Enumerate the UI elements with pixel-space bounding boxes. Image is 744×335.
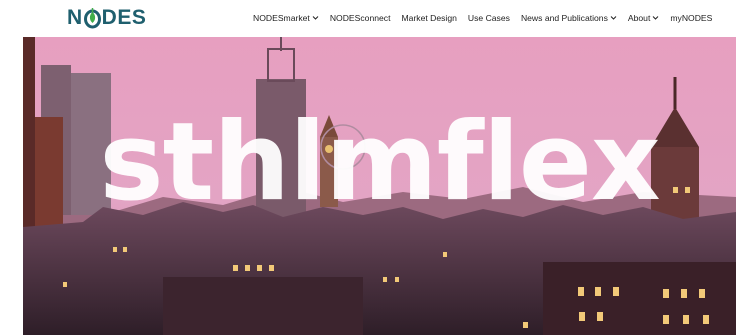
nav-item-market-design[interactable]: Market Design: [402, 13, 457, 23]
hero-banner: sthlmflex: [23, 37, 736, 335]
main-nav: NODESmarket NODESconnect Market Design U…: [253, 11, 712, 25]
logo-letter-n: N: [67, 6, 83, 29]
nav-item-mynodes[interactable]: myNODES: [670, 13, 712, 23]
chevron-down-icon: [610, 16, 617, 20]
nav-item-nodesmarket[interactable]: NODESmarket: [253, 13, 319, 23]
nodes-logo[interactable]: N DES: [67, 5, 146, 31]
chevron-down-icon: [653, 16, 659, 20]
nav-label: NODESconnect: [329, 13, 391, 23]
nav-item-nodesconnect[interactable]: NODESconnect: [330, 13, 391, 23]
nav-label: About: [627, 13, 651, 23]
nav-label: Market Design: [401, 13, 457, 23]
nav-item-about[interactable]: About: [628, 13, 659, 23]
nav-label: NODESmarket: [253, 13, 310, 23]
leaf-o-icon: [83, 7, 101, 29]
logo-letters-des: DES: [101, 6, 147, 29]
nav-label: Use Cases: [467, 13, 510, 23]
nav-label: News and Publications: [520, 13, 608, 23]
chevron-down-icon: [312, 16, 319, 20]
nav-item-news-publications[interactable]: News and Publications: [521, 13, 617, 23]
nav-label: myNODES: [670, 13, 713, 23]
nav-item-use-cases[interactable]: Use Cases: [468, 13, 510, 23]
site-header: N DES NODESmarket NODESconnect Market De…: [0, 0, 744, 37]
hero-title: sthlmflex: [99, 100, 660, 225]
